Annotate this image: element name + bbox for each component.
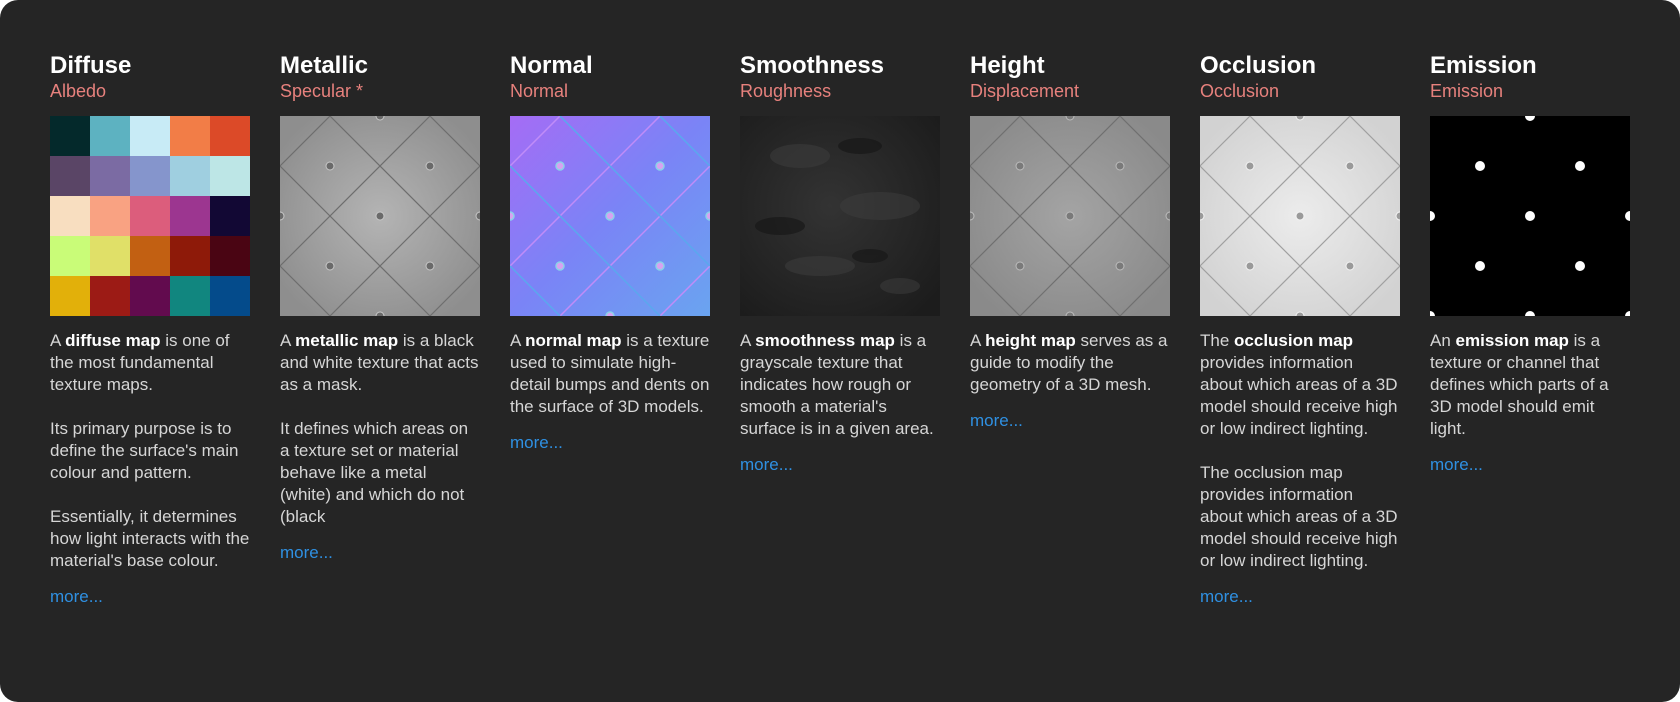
description-term: metallic map — [295, 331, 399, 350]
description-paragraph: It defines which areas on a texture set … — [280, 419, 469, 526]
color-swatch — [130, 116, 170, 156]
description-text: The — [1200, 331, 1235, 350]
color-swatch — [210, 236, 250, 276]
description-text: A — [280, 331, 296, 350]
map-title: Diffuse — [50, 52, 132, 79]
color-swatch — [170, 276, 210, 316]
color-swatch — [50, 156, 90, 196]
color-swatch — [90, 236, 130, 276]
description-paragraph: An emission map is a texture or channel … — [1430, 330, 1630, 440]
color-swatch — [130, 156, 170, 196]
smoothness-map-thumbnail — [740, 116, 940, 316]
map-subtitle: Albedo — [50, 81, 107, 101]
description-text: provides information about which areas o… — [1200, 353, 1398, 438]
description-term: diffuse map — [65, 331, 161, 350]
color-swatch — [170, 156, 210, 196]
description-paragraph: The occlusion map provides information a… — [1200, 330, 1400, 440]
map-title: Emission — [1430, 52, 1537, 79]
height-map-thumbnail — [970, 116, 1170, 316]
occlusion-map-thumbnail — [1200, 116, 1400, 316]
metallic-map-thumbnail — [280, 116, 480, 316]
map-title: Occlusion — [1200, 52, 1317, 79]
map-column-smoothness: Smoothness Roughness A smoothness map is… — [740, 52, 940, 608]
map-description: The occlusion map provides information a… — [1200, 330, 1400, 572]
description-term: occlusion map — [1234, 331, 1354, 350]
map-column-normal: Normal Normal A normal map is a texture … — [510, 52, 710, 608]
diffuse-swatch-grid — [50, 116, 250, 316]
description-text: An — [1430, 331, 1456, 350]
description-term: smoothness map — [755, 331, 895, 350]
texture-maps-panel: Diffuse Albedo A diffuse map is one of t… — [0, 0, 1680, 702]
map-description: A diffuse map is one of the most fundame… — [50, 330, 250, 572]
description-paragraph: A metallic map is a black and white text… — [280, 330, 480, 396]
map-description: A height map serves as a guide to modify… — [970, 330, 1170, 396]
description-text: A — [50, 331, 66, 350]
description-paragraph: A diffuse map is one of the most fundame… — [50, 330, 250, 396]
map-title: Height — [970, 52, 1045, 79]
map-subtitle: Roughness — [740, 81, 832, 101]
description-paragraph: A smoothness map is a grayscale texture … — [740, 330, 940, 440]
map-column-metallic: Metallic Specular * A metallic map is a … — [280, 52, 480, 608]
description-paragraph: A height map serves as a guide to modify… — [970, 330, 1170, 396]
normal-map-thumbnail — [510, 116, 710, 316]
color-swatch — [130, 196, 170, 236]
more-link-metallic[interactable]: more... — [280, 542, 333, 564]
map-description: An emission map is a texture or channel … — [1430, 330, 1630, 440]
map-description: A metallic map is a black and white text… — [280, 330, 480, 528]
color-swatch — [170, 116, 210, 156]
more-link-diffuse[interactable]: more... — [50, 586, 103, 608]
map-subtitle: Emission — [1430, 81, 1504, 101]
map-subtitle: Specular * — [280, 81, 364, 101]
emission-map-thumbnail — [1430, 116, 1630, 316]
description-term: height map — [985, 331, 1076, 350]
color-swatch — [50, 236, 90, 276]
more-link-emission[interactable]: more... — [1430, 454, 1483, 476]
color-swatch — [50, 196, 90, 236]
more-link-smoothness[interactable]: more... — [740, 454, 793, 476]
map-subtitle: Occlusion — [1200, 81, 1280, 101]
color-swatch — [210, 156, 250, 196]
description-text: A — [970, 331, 986, 350]
color-swatch — [90, 156, 130, 196]
color-swatch — [210, 116, 250, 156]
color-swatch — [90, 276, 130, 316]
map-title: Smoothness — [740, 52, 885, 79]
color-swatch — [170, 196, 210, 236]
map-subtitle: Normal — [510, 81, 569, 101]
description-paragraph: The occlusion map provides information a… — [1200, 463, 1398, 570]
more-link-occlusion[interactable]: more... — [1200, 586, 1253, 608]
map-column-height: Height Displacement A height map serves … — [970, 52, 1170, 608]
description-text: A — [510, 331, 526, 350]
map-title: Normal — [510, 52, 593, 79]
map-description: A normal map is a texture used to simula… — [510, 330, 710, 418]
map-columns: Diffuse Albedo A diffuse map is one of t… — [50, 52, 1630, 608]
description-term: emission map — [1455, 331, 1569, 350]
map-column-emission: Emission Emission An emission map is a t… — [1430, 52, 1630, 608]
color-swatch — [50, 276, 90, 316]
color-swatch — [90, 196, 130, 236]
color-swatch — [130, 276, 170, 316]
map-title: Metallic — [280, 52, 369, 79]
color-swatch — [210, 276, 250, 316]
description-paragraph: Essentially, it determines how light int… — [50, 507, 250, 570]
color-swatch — [210, 196, 250, 236]
map-column-occlusion: Occlusion Occlusion The occlusion map pr… — [1200, 52, 1400, 608]
map-description: A smoothness map is a grayscale texture … — [740, 330, 940, 440]
description-paragraph: Its primary purpose is to define the sur… — [50, 419, 239, 482]
description-text: A — [740, 331, 756, 350]
color-swatch — [130, 236, 170, 276]
description-term: normal map — [525, 331, 622, 350]
more-link-normal[interactable]: more... — [510, 432, 563, 454]
color-swatch — [90, 116, 130, 156]
map-subtitle: Displacement — [970, 81, 1080, 101]
color-swatch — [170, 236, 210, 276]
color-swatch — [50, 116, 90, 156]
more-link-height[interactable]: more... — [970, 410, 1023, 432]
description-paragraph: A normal map is a texture used to simula… — [510, 330, 710, 418]
map-column-diffuse: Diffuse Albedo A diffuse map is one of t… — [50, 52, 250, 608]
